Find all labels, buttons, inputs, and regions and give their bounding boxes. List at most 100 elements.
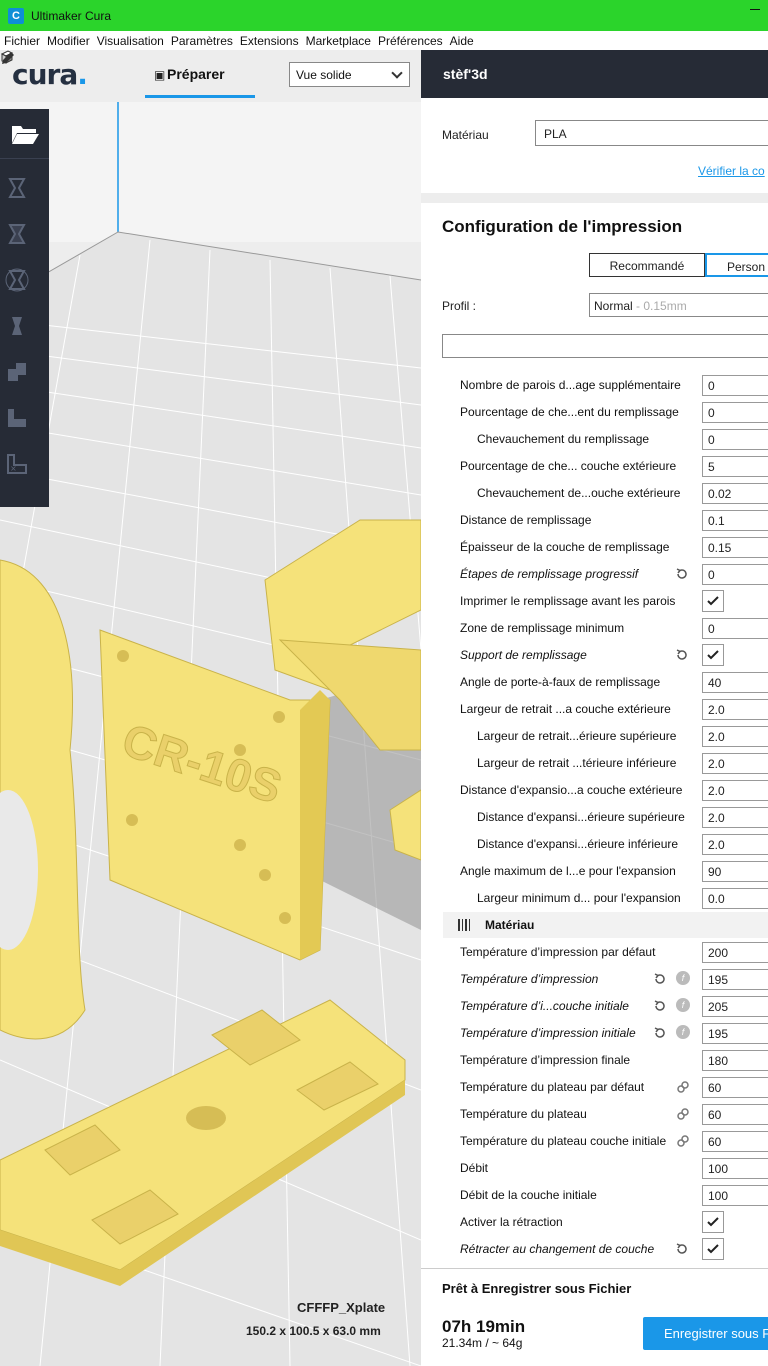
object-name: CFFFP_Xplate <box>297 1300 386 1315</box>
custom-mode-button[interactable]: Person <box>705 253 768 277</box>
settings-search-input[interactable] <box>442 334 768 358</box>
setting-row: Rétracter au changement de couche <box>421 1236 768 1263</box>
setting-row: Température du plateau couche initiale 6… <box>421 1128 768 1155</box>
recommended-mode-button[interactable]: Recommandé <box>589 253 705 277</box>
setting-row: Pourcentage de che...ent du remplissage … <box>421 399 768 426</box>
menu-fichier[interactable]: Fichier <box>4 34 40 48</box>
setting-value-field[interactable]: 0.1 <box>702 510 768 531</box>
setting-value-field[interactable]: 60 <box>702 1077 768 1098</box>
setting-row: Épaisseur de la couche de remplissage 0.… <box>421 534 768 561</box>
support-blocker-icon[interactable] <box>0 401 34 435</box>
category-material[interactable]: Matériau <box>443 912 768 938</box>
setting-row: Distance d'expansio...a couche extérieur… <box>421 777 768 804</box>
setting-row: Largeur de retrait...érieure supérieure … <box>421 723 768 750</box>
setting-value-field[interactable]: 0 <box>702 429 768 450</box>
3d-viewport[interactable]: CR-10S cura. ▣ Préparer Vue solide × CFF… <box>0 50 421 1366</box>
setting-value-field[interactable]: 180 <box>702 1050 768 1071</box>
setting-value-field[interactable]: 195 <box>702 1023 768 1044</box>
print-settings-panel: stèf'3d Matériau PLA Vérifier la co Conf… <box>421 50 768 1366</box>
checkmark-icon <box>707 1217 719 1227</box>
checkmark-icon <box>707 596 719 606</box>
setting-row: Angle maximum de l...e pour l'expansion … <box>421 858 768 885</box>
material-label: Matériau <box>442 128 489 142</box>
setting-row: Température d’impression initiale f 195 <box>421 1020 768 1047</box>
setting-value-field[interactable]: 200 <box>702 942 768 963</box>
setting-value-field[interactable]: 60 <box>702 1131 768 1152</box>
setting-value-field[interactable]: 0 <box>702 564 768 585</box>
setting-row: Largeur minimum d... pour l'expansion 0.… <box>421 885 768 912</box>
reset-icon[interactable] <box>675 567 689 581</box>
setting-value-field[interactable]: 0 <box>702 402 768 423</box>
profile-select[interactable]: Normal - 0.15mm <box>589 293 768 317</box>
setting-row: Largeur de retrait ...a couche extérieur… <box>421 696 768 723</box>
setting-value-field[interactable]: 195 <box>702 969 768 990</box>
menu-marketplace[interactable]: Marketplace <box>306 34 371 48</box>
setting-value-field[interactable]: 2.0 <box>702 807 768 828</box>
setting-value-field[interactable]: 40 <box>702 672 768 693</box>
setting-row: Distance d'expansi...érieure inférieure … <box>421 831 768 858</box>
menu-modifier[interactable]: Modifier <box>47 34 90 48</box>
setting-value-field[interactable]: 100 <box>702 1185 768 1206</box>
setting-row: Température du plateau par défaut 60 <box>421 1074 768 1101</box>
scale-tool-icon[interactable] <box>0 217 34 251</box>
setting-checkbox[interactable] <box>702 1238 724 1260</box>
move-tool-icon[interactable] <box>0 171 34 205</box>
reset-icon[interactable] <box>653 972 667 986</box>
menu-aide[interactable]: Aide <box>450 34 474 48</box>
setting-value-field[interactable]: 0 <box>702 618 768 639</box>
support-eraser-icon[interactable]: × <box>0 447 34 481</box>
cura-logo: cura. <box>12 58 88 91</box>
view-mode-select[interactable]: Vue solide <box>289 62 410 87</box>
reset-icon[interactable] <box>675 1242 689 1256</box>
menu-parametres[interactable]: Paramètres <box>171 34 233 48</box>
print-setup-title: Configuration de l'impression <box>442 217 683 236</box>
setting-value-field[interactable]: 205 <box>702 996 768 1017</box>
menu-visualisation[interactable]: Visualisation <box>97 34 164 48</box>
stage-header: cura. ▣ Préparer Vue solide <box>0 50 421 102</box>
material-select[interactable]: PLA <box>535 120 768 146</box>
setting-value-field[interactable]: 2.0 <box>702 834 768 855</box>
setting-row: Angle de porte-à-faux de remplissage 40 <box>421 669 768 696</box>
menu-extensions[interactable]: Extensions <box>240 34 299 48</box>
open-file-button[interactable] <box>0 109 49 159</box>
pencil-icon[interactable] <box>0 50 16 66</box>
setting-value-field[interactable]: 0.0 <box>702 888 768 909</box>
setting-value-field[interactable]: 5 <box>702 456 768 477</box>
tab-preparer[interactable]: ▣ Préparer <box>145 64 255 98</box>
setting-value-field[interactable]: 60 <box>702 1104 768 1125</box>
setting-value-field[interactable]: 100 <box>702 1158 768 1179</box>
setting-value-field[interactable]: 2.0 <box>702 726 768 747</box>
link-icon <box>677 1081 689 1093</box>
profile-label: Profil : <box>442 299 477 313</box>
verify-compatibility-link[interactable]: Vérifier la co <box>698 164 765 178</box>
setting-value-field[interactable]: 0 <box>702 375 768 396</box>
menu-preferences[interactable]: Préférences <box>378 34 443 48</box>
per-model-settings-icon[interactable] <box>0 355 34 389</box>
active-tab-indicator <box>145 95 255 98</box>
link-icon <box>677 1108 689 1120</box>
reset-icon[interactable] <box>653 999 667 1013</box>
divider <box>421 193 768 203</box>
setting-value-field[interactable]: 0.02 <box>702 483 768 504</box>
svg-text:×: × <box>10 464 17 473</box>
printer-header[interactable]: stèf'3d <box>421 50 768 98</box>
setting-row: Chevauchement du remplissage 0 <box>421 426 768 453</box>
setting-value-field[interactable]: 2.0 <box>702 753 768 774</box>
setting-value-field[interactable]: 90 <box>702 861 768 882</box>
setting-value-field[interactable]: 2.0 <box>702 780 768 801</box>
reset-icon[interactable] <box>653 1026 667 1040</box>
setting-value-field[interactable]: 2.0 <box>702 699 768 720</box>
setting-checkbox[interactable] <box>702 644 724 666</box>
setting-checkbox[interactable] <box>702 590 724 612</box>
save-to-file-button[interactable]: Enregistrer sous F <box>643 1317 768 1350</box>
menu-bar: Fichier Modifier Visualisation Paramètre… <box>0 31 768 50</box>
minimize-button[interactable] <box>750 9 760 10</box>
mirror-tool-icon[interactable] <box>0 309 34 343</box>
setting-value-field[interactable]: 0.15 <box>702 537 768 558</box>
reset-icon[interactable] <box>675 648 689 662</box>
rotate-tool-icon[interactable] <box>0 263 34 297</box>
checkmark-icon <box>707 1244 719 1254</box>
setting-row: Débit de la couche initiale 100 <box>421 1182 768 1209</box>
setting-row: Température d’i...couche initiale f 205 <box>421 993 768 1020</box>
setting-checkbox[interactable] <box>702 1211 724 1233</box>
